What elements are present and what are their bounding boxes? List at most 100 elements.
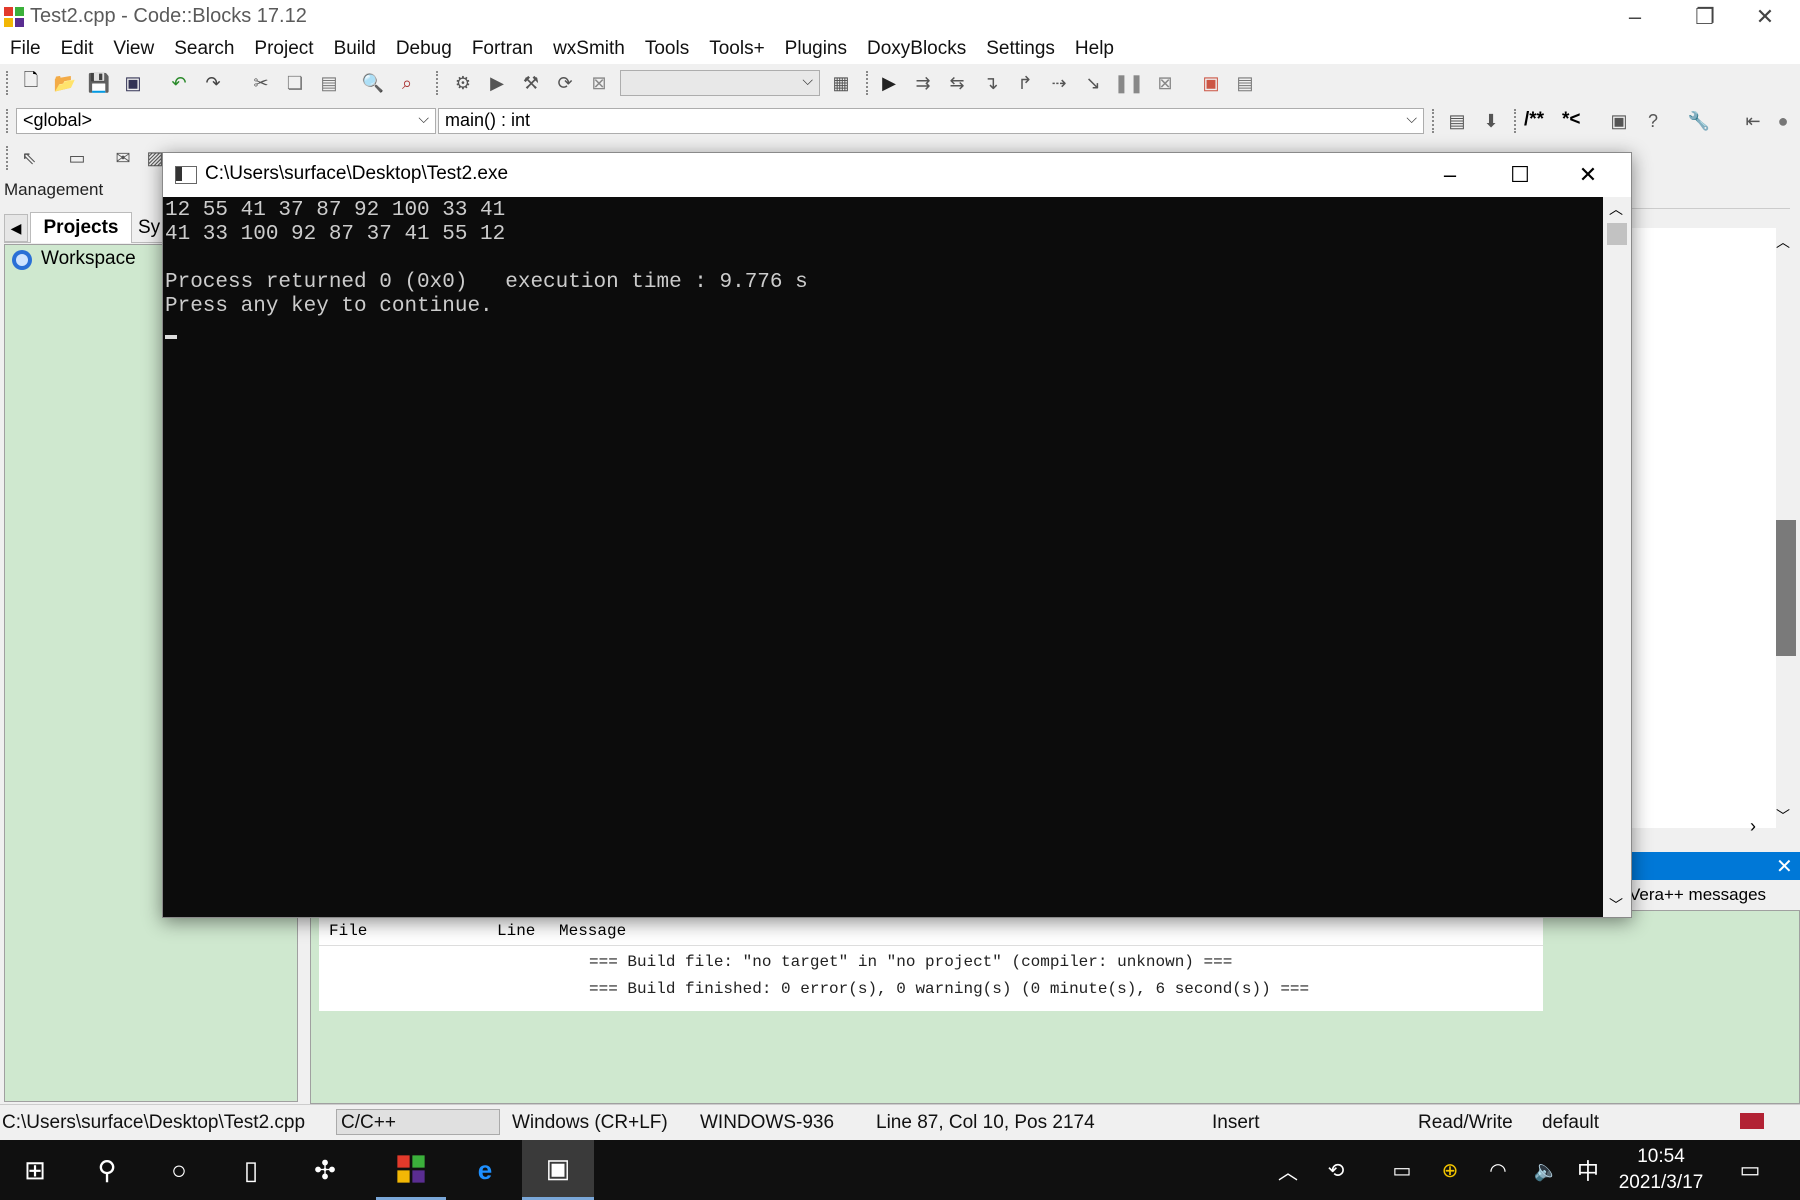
clock-date[interactable]: 2021/3/17 bbox=[1606, 1172, 1716, 1194]
menu-wxsmith[interactable]: wxSmith bbox=[543, 38, 635, 60]
edge-browser-icon[interactable]: e bbox=[450, 1140, 520, 1200]
notification-icon[interactable]: ▭ bbox=[1726, 1140, 1774, 1200]
cut-icon[interactable]: ✂ bbox=[250, 72, 272, 94]
start-windows-icon[interactable]: ⊞ bbox=[0, 1140, 70, 1200]
cortana-circle-icon[interactable]: ○ bbox=[144, 1140, 214, 1200]
console-vscroll[interactable]: ︿ ﹀ bbox=[1603, 197, 1631, 917]
step-instruction-icon[interactable]: ↘ bbox=[1082, 72, 1104, 94]
save-icon[interactable]: 💾 bbox=[88, 72, 110, 94]
tab-scroll-left-icon[interactable]: ◀ bbox=[4, 214, 28, 242]
menu-doxyblocks[interactable]: DoxyBlocks bbox=[857, 38, 976, 60]
close-icon[interactable]: ✕ bbox=[1776, 854, 1793, 879]
menu-view[interactable]: View bbox=[103, 38, 164, 60]
debugging-windows-icon[interactable]: ▣ bbox=[1200, 72, 1222, 94]
menu-help[interactable]: Help bbox=[1065, 38, 1124, 60]
console-minimize-button[interactable]: – bbox=[1425, 157, 1475, 193]
chevron-up-icon[interactable]: ︿ bbox=[1609, 199, 1623, 219]
wifi-icon[interactable]: ◠ bbox=[1478, 1140, 1518, 1200]
symbol-select[interactable]: main() : int ⌵ bbox=[438, 108, 1424, 134]
line-comment-button[interactable]: *< bbox=[1562, 109, 1581, 131]
console-scroll-thumb[interactable] bbox=[1607, 223, 1627, 245]
block-comment-button[interactable]: /** bbox=[1524, 109, 1544, 131]
pause-icon[interactable]: ❚❚ bbox=[1114, 72, 1144, 94]
build-target-select[interactable]: ⌵ bbox=[620, 70, 820, 96]
chevron-up-icon[interactable]: ︿ bbox=[1268, 1140, 1308, 1200]
menu-settings[interactable]: Settings bbox=[976, 38, 1065, 60]
editor-vscroll[interactable]: ︿ ﹀ bbox=[1776, 228, 1796, 828]
redo-icon[interactable]: ↷ bbox=[202, 72, 224, 94]
codeblocks-taskbar-icon[interactable] bbox=[376, 1140, 446, 1200]
column-line[interactable]: Line bbox=[497, 922, 535, 940]
rebuild-icon[interactable]: ⟳ bbox=[554, 72, 576, 94]
console-output[interactable]: 12 55 41 37 87 92 100 33 41 41 33 100 92… bbox=[163, 197, 1603, 917]
close-button[interactable]: ✕ bbox=[1730, 0, 1800, 34]
sync-icon[interactable]: ⟲ bbox=[1316, 1140, 1356, 1200]
console-taskbar-icon[interactable]: ▣ bbox=[522, 1140, 594, 1200]
console-maximize-button[interactable]: ☐ bbox=[1495, 157, 1545, 193]
run-to-cursor-icon[interactable]: ⇉ bbox=[912, 72, 934, 94]
bullet-icon[interactable]: ● bbox=[1772, 110, 1794, 132]
open-folder-icon[interactable]: 📂 bbox=[54, 72, 76, 94]
toolbar-grip[interactable] bbox=[6, 71, 12, 95]
volume-icon[interactable]: 🔈 bbox=[1526, 1140, 1566, 1200]
undo-icon[interactable]: ↶ bbox=[168, 72, 190, 94]
pinwheel-app-icon[interactable]: ✣ bbox=[290, 1140, 360, 1200]
run-html-icon[interactable]: ▣ bbox=[1608, 110, 1630, 132]
workspace-label[interactable]: Workspace bbox=[41, 248, 136, 270]
chevron-right-icon[interactable]: › bbox=[1750, 816, 1756, 837]
menu-debug[interactable]: Debug bbox=[386, 38, 462, 60]
clock-time[interactable]: 10:54 bbox=[1614, 1146, 1708, 1168]
toolbar-grip[interactable] bbox=[1432, 109, 1438, 133]
menu-build[interactable]: Build bbox=[324, 38, 386, 60]
task-view-icon[interactable]: ▯ bbox=[216, 1140, 286, 1200]
dialog-icon[interactable]: ✉ bbox=[112, 147, 134, 169]
plus-app-icon[interactable]: ⊕ bbox=[1430, 1140, 1470, 1200]
toolbar-grip[interactable] bbox=[866, 71, 872, 95]
menu-edit[interactable]: Edit bbox=[51, 38, 104, 60]
column-file[interactable]: File bbox=[329, 922, 367, 940]
debug-continue-icon[interactable]: ▶ bbox=[878, 72, 900, 94]
menu-search[interactable]: Search bbox=[164, 38, 244, 60]
chevron-down-icon[interactable]: ﹀ bbox=[1609, 895, 1623, 915]
toolbar-grip[interactable] bbox=[1514, 109, 1520, 133]
step-into-icon[interactable]: ↴ bbox=[980, 72, 1002, 94]
doxywizard-icon[interactable]: ▤ bbox=[1446, 110, 1468, 132]
menu-tools-plus[interactable]: Tools+ bbox=[699, 38, 774, 60]
menu-fortran[interactable]: Fortran bbox=[462, 38, 543, 60]
column-message[interactable]: Message bbox=[559, 922, 626, 940]
search-icon[interactable]: ⚲ bbox=[72, 1140, 142, 1200]
run-icon[interactable]: ▶ bbox=[486, 72, 508, 94]
scope-select[interactable]: <global> ⌵ bbox=[16, 108, 436, 134]
stop-debugger-icon[interactable]: ⊠ bbox=[1154, 72, 1176, 94]
show-target-dialog-icon[interactable]: ▦ bbox=[830, 72, 852, 94]
build-gear-icon[interactable]: ⚙ bbox=[452, 72, 474, 94]
new-file-icon[interactable]: 🗋 bbox=[20, 70, 42, 94]
config-icon[interactable]: 🔧 bbox=[1688, 110, 1710, 132]
toolbar-grip[interactable] bbox=[436, 71, 442, 95]
various-info-icon[interactable]: ▤ bbox=[1234, 72, 1256, 94]
menu-file[interactable]: File bbox=[0, 38, 51, 60]
scroll-thumb[interactable] bbox=[1776, 520, 1796, 656]
toolbar-grip[interactable] bbox=[6, 109, 12, 133]
tab-projects[interactable]: Projects bbox=[30, 212, 132, 243]
copy-icon[interactable]: ❏ bbox=[284, 72, 306, 94]
extract-docs-icon[interactable]: ⬇ bbox=[1480, 110, 1502, 132]
find-icon[interactable]: 🔍 bbox=[362, 72, 384, 94]
next-instruction-icon[interactable]: ⇢ bbox=[1048, 72, 1070, 94]
toolbar-grip[interactable] bbox=[6, 146, 12, 170]
save-all-icon[interactable]: ▣ bbox=[122, 72, 144, 94]
frame-icon[interactable]: ▭ bbox=[66, 147, 88, 169]
run-chm-icon[interactable]: ? bbox=[1642, 110, 1664, 132]
build-and-run-icon[interactable]: ⚒ bbox=[520, 72, 542, 94]
menu-tools[interactable]: Tools bbox=[635, 38, 699, 60]
paste-icon[interactable]: ▤ bbox=[318, 72, 340, 94]
console-close-button[interactable]: ✕ bbox=[1563, 157, 1613, 193]
next-line-icon[interactable]: ⇆ bbox=[946, 72, 968, 94]
replace-icon[interactable]: ⌕ bbox=[396, 72, 418, 94]
step-out-icon[interactable]: ↱ bbox=[1014, 72, 1036, 94]
tab-vera-messages[interactable]: Vera++ messages bbox=[1629, 885, 1766, 905]
battery-icon[interactable]: ▭ bbox=[1382, 1140, 1422, 1200]
menu-project[interactable]: Project bbox=[244, 38, 323, 60]
menu-plugins[interactable]: Plugins bbox=[775, 38, 857, 60]
abort-icon[interactable]: ⊠ bbox=[588, 72, 610, 94]
